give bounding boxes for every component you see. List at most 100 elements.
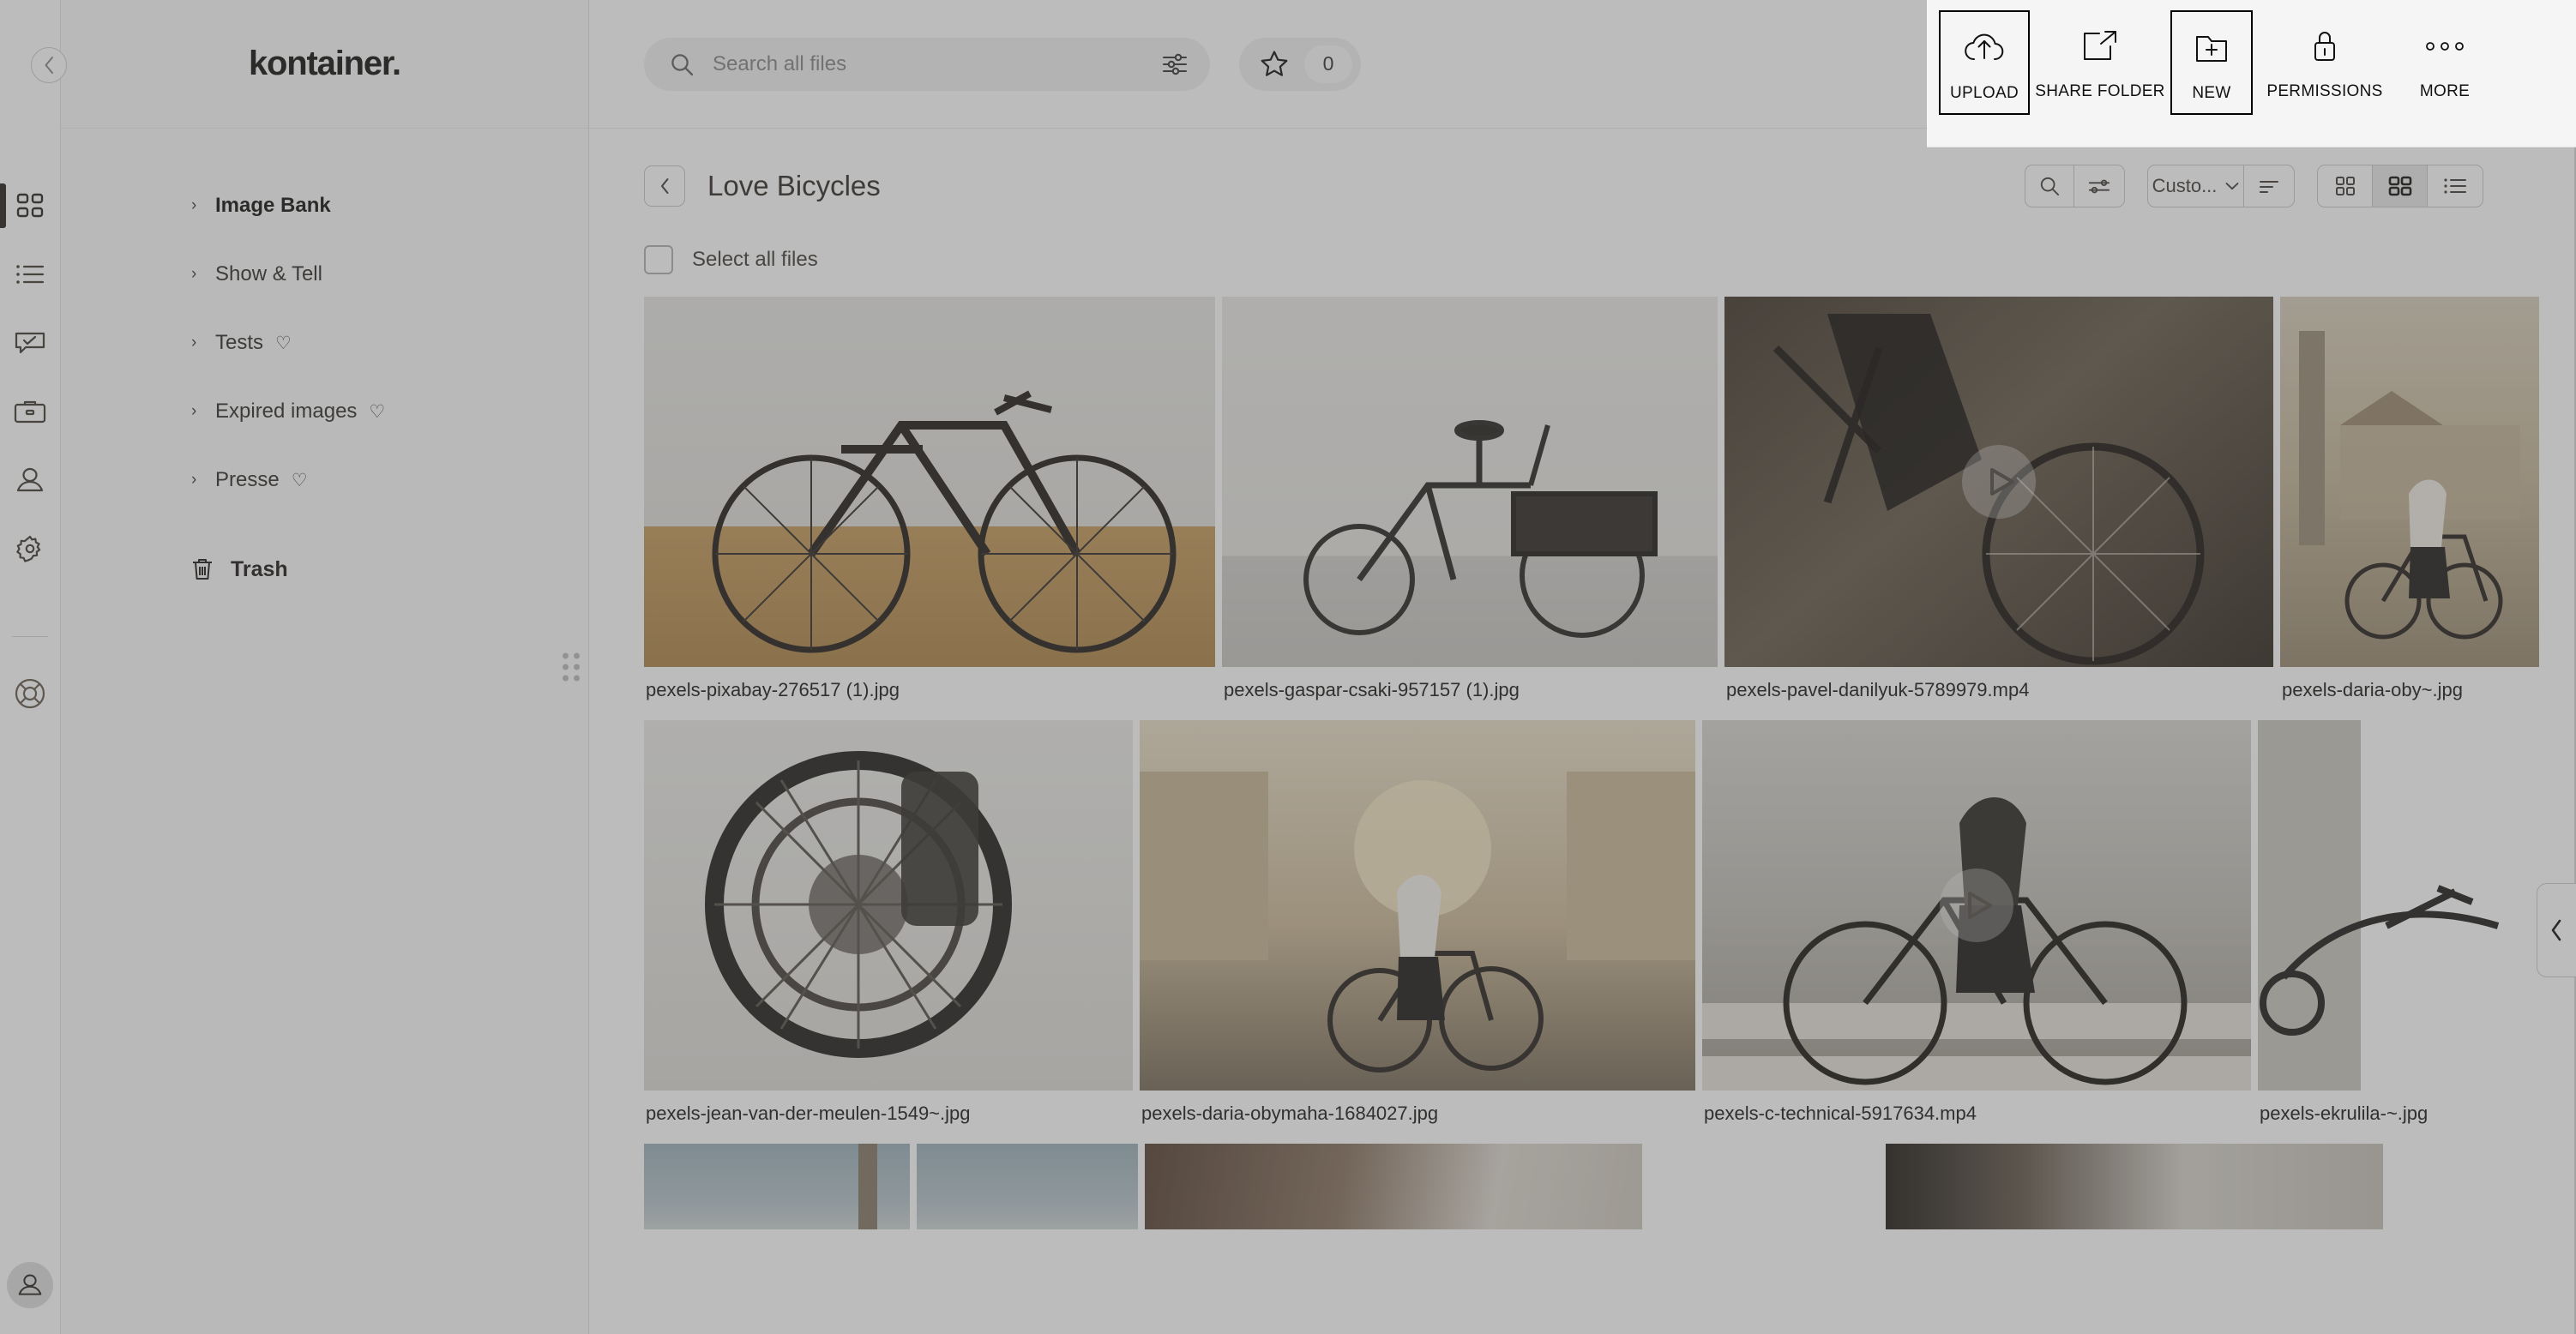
heart-icon: ♡ xyxy=(369,401,386,422)
right-panel-toggle[interactable] xyxy=(2537,883,2576,977)
file-thumbnail[interactable] xyxy=(644,720,1133,1091)
content-filter-button[interactable] xyxy=(2074,165,2124,207)
file-tile[interactable]: pexels-daria-obymaha-1684027.jpg xyxy=(1140,720,1695,1144)
play-button[interactable] xyxy=(1940,868,2013,942)
thumbnail-image xyxy=(644,720,1133,1091)
file-thumbnail[interactable] xyxy=(1702,720,2251,1091)
file-tile[interactable]: pexels-pixabay-276517 (1).jpg xyxy=(644,297,1215,720)
view-mosaic[interactable] xyxy=(2373,165,2428,207)
chevron-left-icon xyxy=(2549,919,2564,941)
heart-icon: ♡ xyxy=(275,333,292,353)
chevron-right-icon: › xyxy=(191,471,197,489)
rail-item-help[interactable] xyxy=(0,659,61,728)
sidebar-item-expired-images[interactable]: › Expired images ♡ xyxy=(61,377,588,446)
sidebar-item-show-and-tell[interactable]: › Show & Tell xyxy=(61,240,588,309)
file-name: pexels-pixabay-276517 (1).jpg xyxy=(646,679,900,700)
sidebar-trash-label: Trash xyxy=(231,556,288,581)
view-grid-small[interactable] xyxy=(2318,165,2373,207)
upload-button[interactable]: UPLOAD xyxy=(1939,10,2030,115)
sidebar-item-image-bank[interactable]: › Image Bank xyxy=(61,171,588,240)
back-button[interactable] xyxy=(644,165,685,207)
rail-item-contacts[interactable] xyxy=(0,446,61,514)
permissions-button[interactable]: PERMISSIONS xyxy=(2253,10,2397,111)
list-icon xyxy=(15,263,45,285)
rail-item-approvals[interactable] xyxy=(0,309,61,377)
new-folder-button[interactable]: NEW xyxy=(2170,10,2253,115)
file-thumbnail[interactable] xyxy=(1145,1144,1642,1229)
more-button[interactable]: MORE xyxy=(2397,10,2493,111)
share-icon xyxy=(2080,24,2120,69)
select-all-row[interactable]: Select all files xyxy=(589,207,2576,274)
file-thumbnail[interactable] xyxy=(2258,720,2517,1091)
rail-item-list[interactable] xyxy=(0,240,61,309)
rail-item-grid[interactable] xyxy=(0,171,61,240)
select-all-checkbox[interactable] xyxy=(644,245,673,274)
chevron-left-icon xyxy=(43,56,56,75)
search-input[interactable]: Search all files xyxy=(644,37,1210,91)
thumbnail-image xyxy=(2280,297,2539,667)
sidebar-item-presse[interactable]: › Presse ♡ xyxy=(61,446,588,514)
chevron-left-icon xyxy=(659,177,671,195)
new-label: NEW xyxy=(2192,84,2231,102)
thumbnail-image xyxy=(1886,1144,2383,1229)
file-tile[interactable]: pexels-jean-van-der-meulen-1549~.jpg xyxy=(644,720,1133,1144)
more-label: MORE xyxy=(2419,82,2471,100)
file-thumbnail[interactable] xyxy=(1886,1144,2383,1229)
file-tile[interactable]: pexels-daria-oby~.jpg xyxy=(2280,297,2539,720)
file-tile[interactable]: pexels-ekrulila-~.jpg xyxy=(2258,720,2517,1144)
file-thumbnail[interactable] xyxy=(1724,297,2273,667)
content-area: Love Bicycles Custo... Select all files … xyxy=(589,129,2576,1334)
file-tile[interactable]: pexels-pavel-danilyuk-5789979.mp4 xyxy=(1724,297,2273,720)
search-icon xyxy=(2039,176,2060,196)
file-thumbnail[interactable] xyxy=(1222,297,1718,667)
file-tile[interactable]: pexels-gaspar-csaki-957157 (1).jpg xyxy=(1222,297,1718,720)
sidebar-item-tests[interactable]: › Tests ♡ xyxy=(61,309,588,377)
view-list[interactable] xyxy=(2428,165,2483,207)
file-thumbnail[interactable] xyxy=(2280,297,2539,667)
file-tile[interactable] xyxy=(644,1144,910,1229)
favorites-button[interactable]: 0 xyxy=(1239,37,1361,91)
select-all-label: Select all files xyxy=(692,248,818,271)
trash-icon xyxy=(191,557,214,581)
collapse-sidebar-button[interactable] xyxy=(31,47,67,83)
file-tile[interactable]: pexels-c-technical-5917634.mp4 xyxy=(1702,720,2251,1144)
play-button[interactable] xyxy=(1962,445,2036,519)
folder-tree: › Image Bank › Show & Tell › Tests ♡ › E… xyxy=(61,129,588,605)
file-tile[interactable] xyxy=(1145,1144,1642,1229)
thumbnail-image xyxy=(1649,1144,1879,1229)
file-thumbnail[interactable] xyxy=(1649,1144,1879,1229)
file-thumbnail[interactable] xyxy=(917,1144,1138,1229)
sidebar-item-label: Presse xyxy=(215,468,280,491)
star-icon xyxy=(1260,50,1289,78)
file-thumbnail[interactable] xyxy=(1140,720,1695,1091)
chevron-right-icon: › xyxy=(191,196,197,214)
file-thumbnail[interactable] xyxy=(644,1144,910,1229)
sidebar-item-trash[interactable]: Trash xyxy=(61,533,588,605)
share-folder-button[interactable]: SHARE FOLDER xyxy=(2030,10,2170,111)
sidebar-resize-handle[interactable] xyxy=(563,652,580,682)
sort-order-button[interactable] xyxy=(2244,165,2294,207)
search-placeholder: Search all files xyxy=(713,51,847,75)
file-name: pexels-gaspar-csaki-957157 (1).jpg xyxy=(1224,679,1520,700)
sort-select[interactable]: Custo... xyxy=(2148,165,2244,207)
thumbnail-image xyxy=(917,1144,1138,1229)
file-tile[interactable] xyxy=(917,1144,1138,1229)
sidebar-item-label: Tests xyxy=(215,331,264,354)
grid-small-icon xyxy=(2334,175,2356,197)
grid-icon xyxy=(15,191,45,220)
file-thumbnail[interactable] xyxy=(644,297,1215,667)
rail-item-account[interactable] xyxy=(7,1262,53,1308)
rail-item-portfolio[interactable] xyxy=(0,377,61,446)
file-row: pexels-jean-van-der-meulen-1549~.jpg pex… xyxy=(644,720,2576,1144)
file-tile[interactable] xyxy=(1649,1144,1879,1229)
file-row: pexels-pixabay-276517 (1).jpg pexels-gas… xyxy=(644,297,2576,720)
file-tile[interactable] xyxy=(1886,1144,2383,1229)
folder-actions-toolbar: UPLOAD SHARE FOLDER NEW PERMISSIONS MORE xyxy=(1927,0,2576,147)
rail-item-settings[interactable] xyxy=(0,514,61,583)
content-search-button[interactable] xyxy=(2025,165,2074,207)
file-row xyxy=(644,1144,2576,1229)
sidebar-panel: kontainer. › Image Bank › Show & Tell › … xyxy=(31,0,589,1334)
chevron-down-icon xyxy=(2225,182,2239,191)
permissions-label: PERMISSIONS xyxy=(2266,82,2383,100)
sliders-icon[interactable] xyxy=(1162,52,1188,76)
